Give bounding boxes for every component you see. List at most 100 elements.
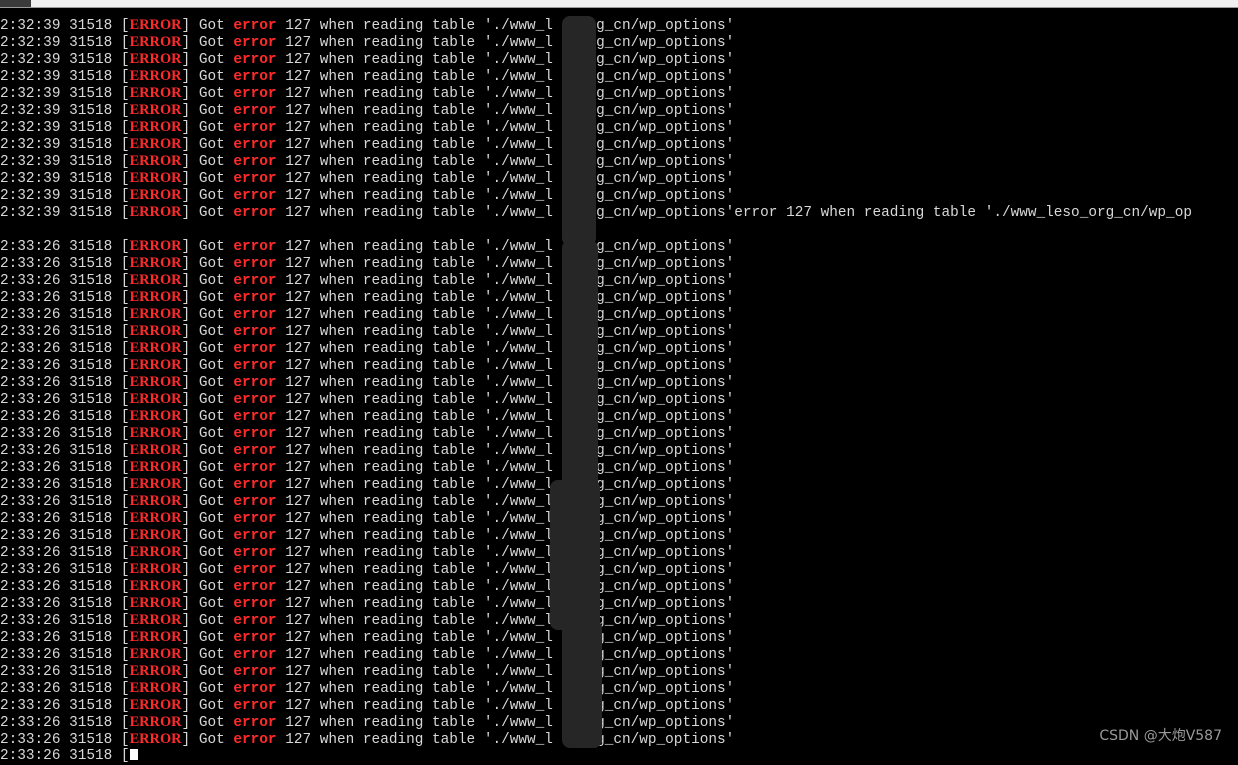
log-bracket: [ — [120, 647, 130, 663]
log-bracket: ] — [181, 596, 199, 612]
log-pid: 31518 — [69, 596, 121, 612]
log-message: 127 when reading table './www_l _org_cn/… — [276, 273, 735, 289]
log-pid: 31518 — [69, 630, 121, 646]
log-bracket: ] — [181, 18, 199, 34]
log-level: ERROR — [129, 204, 182, 220]
log-bracket: ] — [181, 375, 199, 391]
log-pid: 31518 — [69, 69, 121, 85]
log-message: 127 when reading table './www_l _org_cn/… — [276, 443, 735, 459]
log-time: 2:33:26 — [0, 307, 70, 323]
log-prefix: Got — [198, 715, 234, 731]
log-bracket: [ — [120, 698, 130, 714]
log-message: 127 when reading table './www_l _org_cn/… — [276, 103, 735, 119]
log-line: 2:33:26 31518 [ERROR] Got error 127 when… — [0, 731, 1238, 748]
log-message: 127 when reading table './www_l _org_cn/… — [276, 494, 735, 510]
log-time: 2:33:26 — [0, 239, 70, 255]
log-line: 2:32:39 31518 [ERROR] Got error 127 when… — [0, 119, 1238, 136]
log-line: 2:32:39 31518 [ERROR] Got error 127 when… — [0, 102, 1238, 119]
log-line: 2:33:26 31518 [ERROR] Got error 127 when… — [0, 255, 1238, 272]
log-bracket: [ — [120, 324, 130, 340]
log-message: 127 when reading table './www_l _org_cn/… — [276, 528, 735, 544]
log-time: 2:33:26 — [0, 409, 70, 425]
log-message: 127 when reading table './www_l _org_cn/… — [276, 392, 735, 408]
log-level: ERROR — [129, 680, 182, 696]
log-bracket: [ — [120, 528, 130, 544]
log-prefix: Got — [198, 375, 234, 391]
log-bracket: [ — [120, 256, 130, 272]
log-bracket: ] — [181, 630, 199, 646]
log-message: 127 when reading table './www_l _org_cn/… — [276, 171, 735, 187]
log-keyword: error — [233, 732, 277, 748]
log-level: ERROR — [129, 408, 182, 424]
log-line: 2:33:26 31518 [ERROR] Got error 127 when… — [0, 510, 1238, 527]
log-bracket: ] — [181, 69, 199, 85]
log-line: 2:33:26 31518 [ERROR] Got error 127 when… — [0, 578, 1238, 595]
log-time: 2:33:26 — [0, 732, 70, 748]
log-bracket: ] — [181, 715, 199, 731]
log-message: 127 when reading table './www_l _org_cn/… — [276, 681, 735, 697]
log-time: 2:33:26 — [0, 596, 70, 612]
log-keyword: error — [233, 103, 277, 119]
log-time: 2:33:26 — [0, 494, 70, 510]
log-pid: 31518 — [69, 188, 121, 204]
log-bracket: [ — [120, 511, 130, 527]
log-bracket: [ — [120, 239, 130, 255]
log-time: 2:33:26 — [0, 613, 70, 629]
log-bracket: [ — [120, 375, 130, 391]
log-message: 127 when reading table './www_l _org_cn/… — [276, 35, 735, 51]
log-prefix: Got — [198, 273, 234, 289]
log-prefix: Got — [198, 647, 234, 663]
log-bracket: ] — [181, 528, 199, 544]
log-bracket: [ — [120, 681, 130, 697]
log-line: 2:33:26 31518 [ERROR] Got error 127 when… — [0, 442, 1238, 459]
log-line: 2:33:26 31518 [ERROR] Got error 127 when… — [0, 561, 1238, 578]
log-line: 2:33:26 31518 [ERROR] Got error 127 when… — [0, 340, 1238, 357]
log-time: 2:32:39 — [0, 188, 70, 204]
log-level: ERROR — [129, 510, 182, 526]
log-bracket: [ — [120, 579, 130, 595]
log-keyword: error — [233, 647, 277, 663]
log-prefix: Got — [198, 426, 234, 442]
log-bracket: ] — [181, 137, 199, 153]
log-time: 2:33:26 — [0, 681, 70, 697]
log-message: 127 when reading table './www_l _org_cn/… — [276, 562, 735, 578]
log-bracket: ] — [181, 460, 199, 476]
log-prefix: Got — [198, 732, 234, 748]
log-level: ERROR — [129, 170, 182, 186]
log-time: 2:33:26 — [0, 630, 70, 646]
log-bracket: ] — [181, 171, 199, 187]
log-line: 2:33:26 31518 [ERROR] Got error 127 when… — [0, 612, 1238, 629]
log-time: 2:32:39 — [0, 86, 70, 102]
log-level: ERROR — [129, 340, 182, 356]
log-pid: 31518 — [69, 528, 121, 544]
log-time: 2:33:26 — [0, 341, 70, 357]
log-bracket: ] — [181, 494, 199, 510]
log-pid: 31518 — [69, 154, 121, 170]
window-tab[interactable] — [0, 0, 31, 7]
log-line: 2:33:26 31518 [ERROR] Got error 127 when… — [0, 493, 1238, 510]
log-message: 127 when reading table './www_l _org_cn/… — [276, 205, 735, 221]
log-pid: 31518 — [69, 307, 121, 323]
log-level: ERROR — [129, 493, 182, 509]
log-message: 127 when reading table './www_l _org_cn/… — [276, 409, 735, 425]
log-overflow: error 127 when reading table './www_leso… — [734, 205, 1192, 221]
log-level: ERROR — [129, 374, 182, 390]
log-keyword: error — [233, 256, 277, 272]
log-pid: 31518 — [69, 579, 121, 595]
terminal-output[interactable]: 2:32:39 31518 [ERROR] Got error 127 when… — [0, 17, 1238, 765]
log-message: 127 when reading table './www_l _org_cn/… — [276, 120, 735, 136]
log-prefix: Got — [198, 188, 234, 204]
log-pid: 31518 — [69, 460, 121, 476]
log-pid: 31518 — [69, 562, 121, 578]
log-time: 2:33:26 — [0, 477, 70, 493]
log-keyword: error — [233, 681, 277, 697]
log-keyword: error — [233, 205, 277, 221]
log-time: 2:33:26 — [0, 715, 70, 731]
log-message: 127 when reading table './www_l _org_cn/… — [276, 69, 735, 85]
redaction-mark — [550, 480, 600, 630]
log-level: ERROR — [129, 102, 182, 118]
log-bracket: ] — [181, 664, 199, 680]
log-prefix: Got — [198, 409, 234, 425]
log-pid: 31518 — [69, 341, 121, 357]
log-line: 2:32:39 31518 [ERROR] Got error 127 when… — [0, 51, 1238, 68]
